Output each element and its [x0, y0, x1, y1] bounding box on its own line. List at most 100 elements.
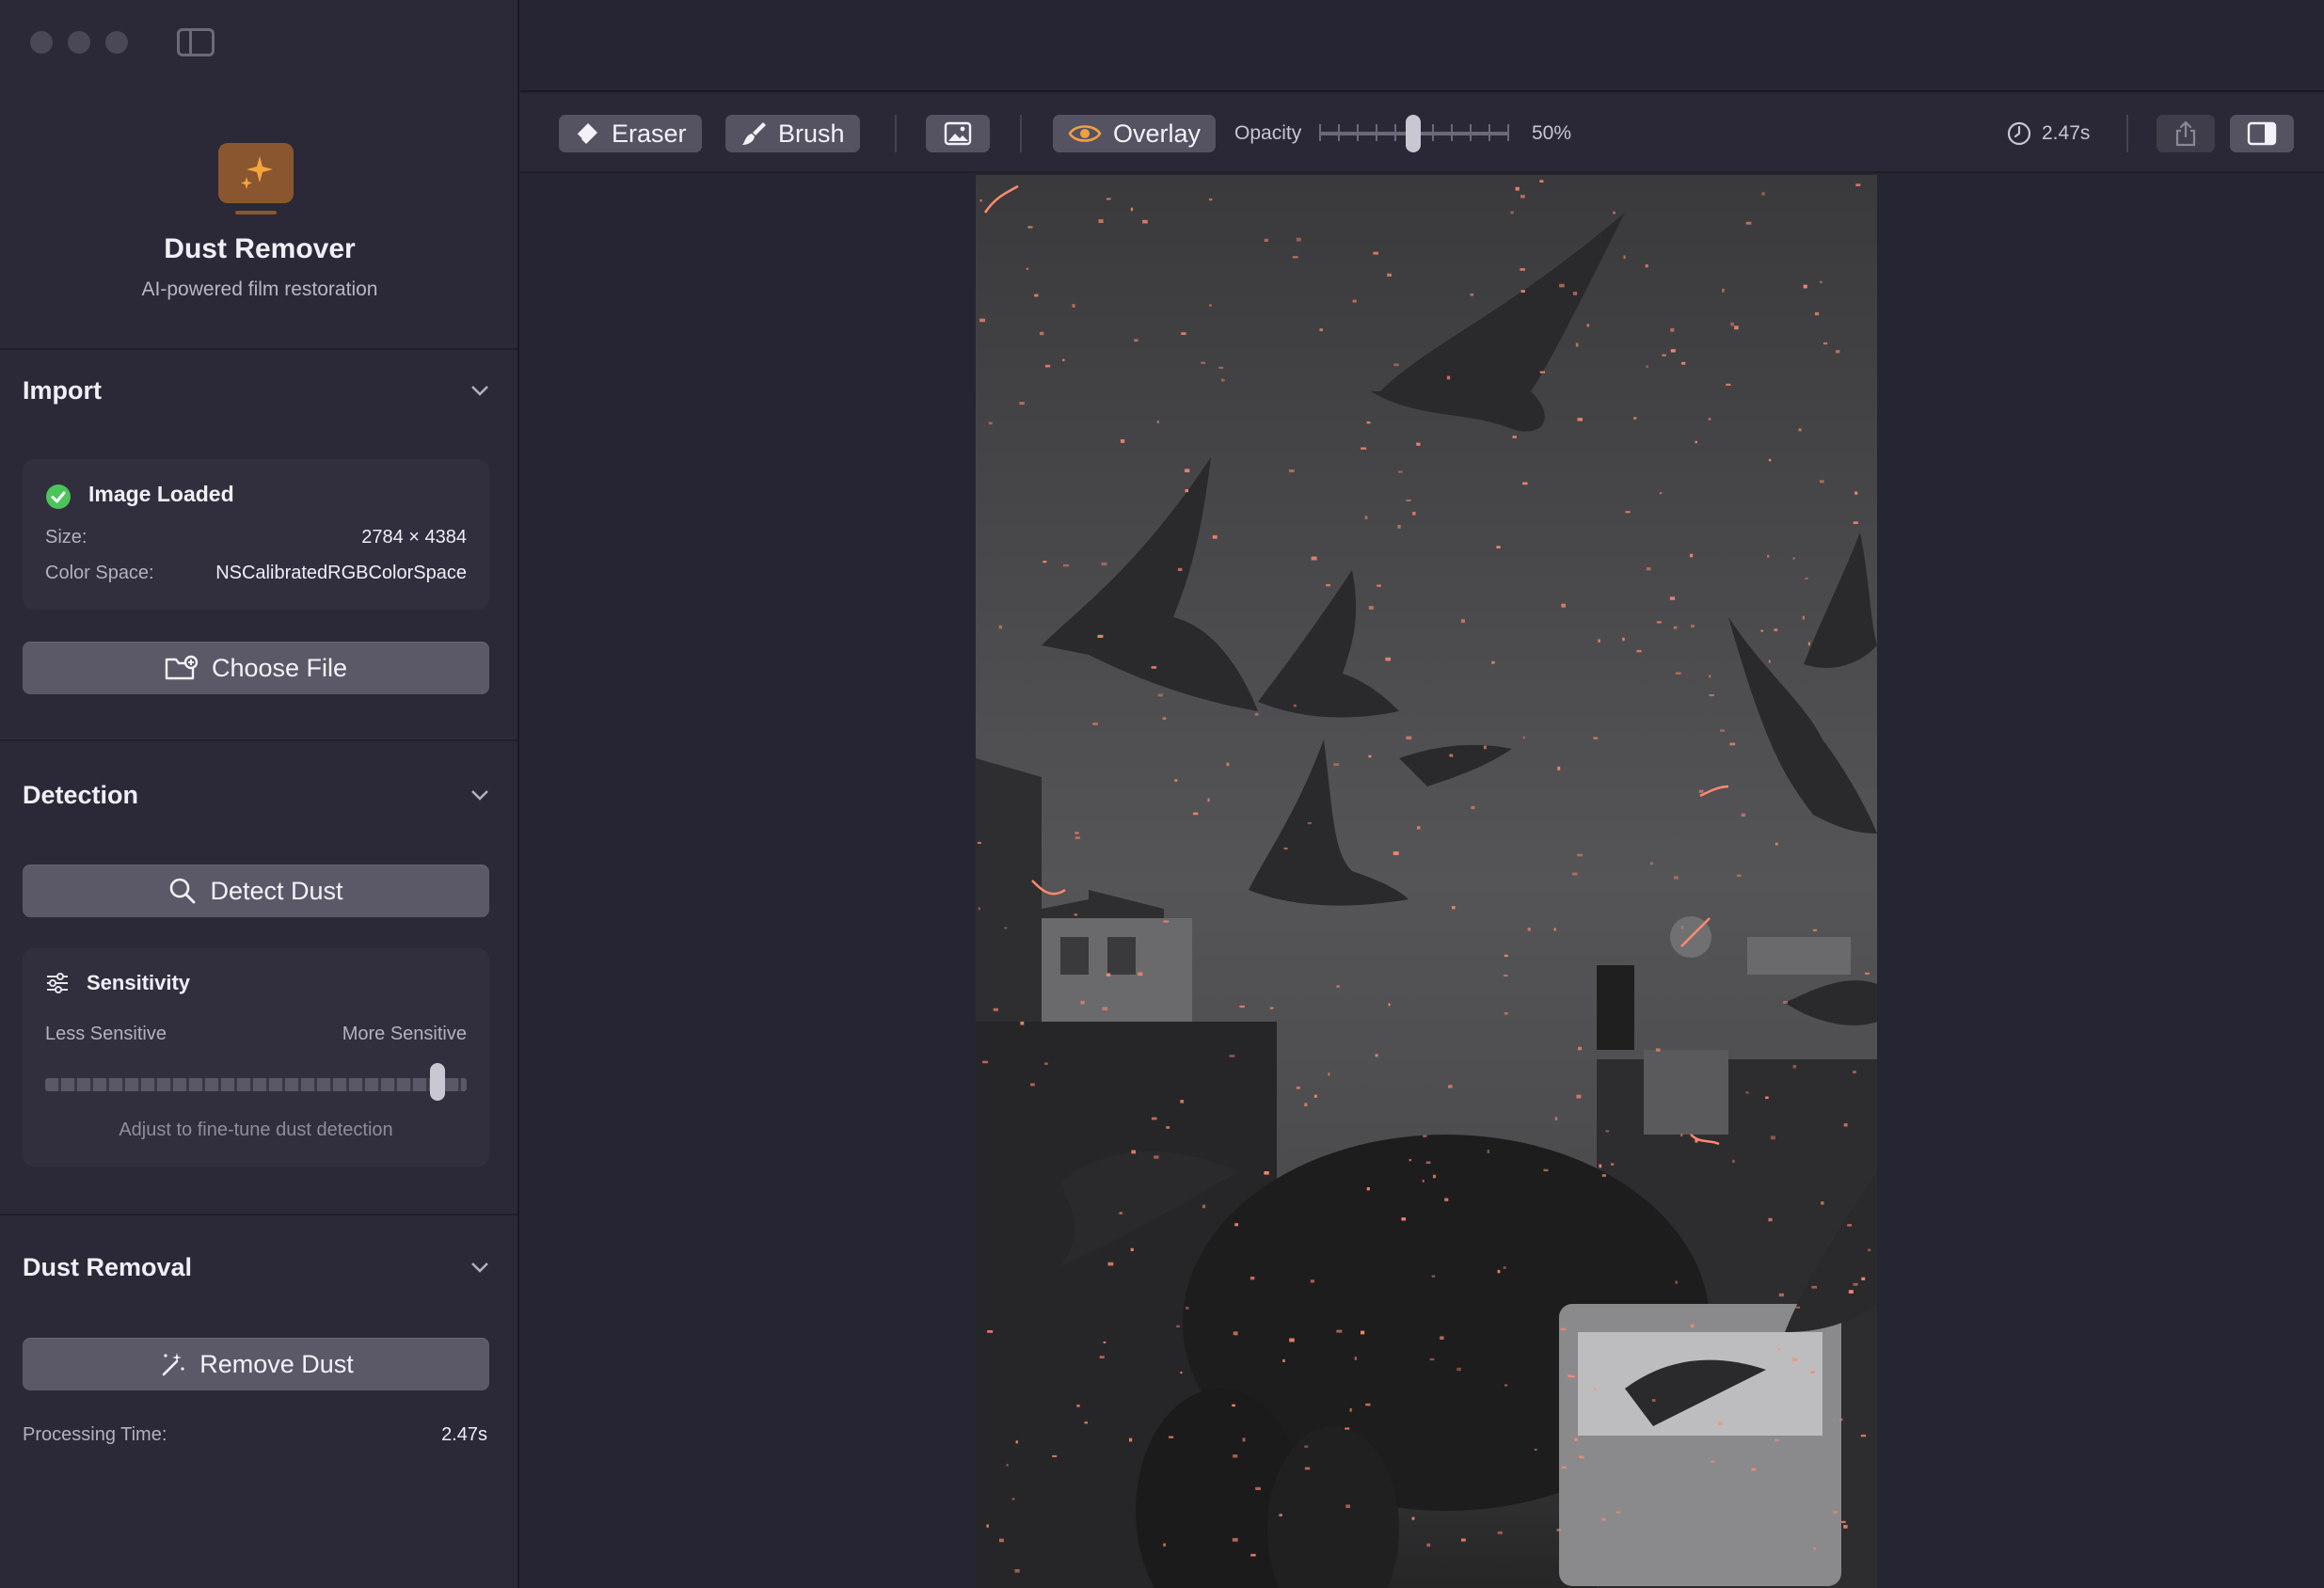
dust-speck: [1250, 1277, 1255, 1280]
dust-speck: [1522, 736, 1525, 739]
dust-speck: [1180, 1100, 1185, 1104]
sensitivity-slider-knob[interactable]: [429, 1063, 445, 1101]
dust-speck: [1807, 642, 1810, 646]
brush-button[interactable]: Brush: [725, 115, 860, 152]
dust-speck: [1354, 1357, 1358, 1360]
dust-speck: [1543, 1168, 1549, 1172]
dust-speck: [1689, 553, 1694, 558]
inspector-toggle-button[interactable]: [2230, 115, 2294, 152]
dust-speck: [1352, 299, 1357, 303]
dust-speck: [1470, 294, 1473, 296]
dust-speck: [1461, 619, 1465, 623]
dust-speck: [1820, 280, 1823, 284]
sensitivity-slider[interactable]: [45, 1076, 467, 1091]
dust-speck: [1185, 489, 1188, 493]
dust-speck: [1166, 1126, 1170, 1129]
opacity-tick: [1357, 124, 1359, 141]
dust-speck: [1151, 666, 1157, 669]
close-window-button[interactable]: [30, 31, 53, 54]
dust-speck: [1802, 615, 1805, 620]
dust-speck: [1497, 1531, 1503, 1534]
dust-speck: [1811, 1285, 1817, 1289]
dust-speck: [1417, 826, 1421, 830]
opacity-slider-knob[interactable]: [1406, 115, 1421, 152]
dust-speck: [1557, 766, 1561, 770]
dust-speck: [1397, 525, 1401, 529]
dust-speck: [1616, 1511, 1621, 1514]
dust-speck: [987, 1330, 994, 1333]
dust-speck: [1401, 1217, 1407, 1221]
overlay-toggle-button[interactable]: Overlay: [1053, 115, 1217, 152]
chevron-down-icon[interactable]: [470, 788, 489, 802]
dust-speck: [1080, 1000, 1085, 1005]
dust-speck: [1623, 255, 1626, 260]
share-button[interactable]: [2157, 115, 2215, 152]
dust-speck: [1520, 290, 1525, 293]
dust-speck: [1375, 1054, 1378, 1057]
dust-speck: [1512, 436, 1517, 438]
choose-file-button[interactable]: Choose File: [23, 642, 489, 694]
dust-speck: [1520, 268, 1525, 271]
dust-speck: [1792, 1065, 1797, 1069]
dust-speck: [1014, 1569, 1020, 1573]
dust-speck: [1103, 1342, 1106, 1343]
remove-dust-button[interactable]: Remove Dust: [23, 1338, 489, 1390]
dust-speck: [1030, 1083, 1035, 1087]
dust-speck: [1063, 564, 1069, 567]
dust-speck: [1034, 294, 1039, 297]
dust-speck: [1556, 1529, 1561, 1532]
import-section-title[interactable]: Import: [23, 376, 102, 405]
dust-speck: [1288, 469, 1295, 473]
dust-speck: [1574, 1437, 1578, 1441]
dust-speck: [1328, 1072, 1330, 1076]
opacity-tick: [1451, 124, 1453, 141]
dust-speck: [1487, 1150, 1489, 1153]
dust-speck: [1673, 626, 1678, 629]
dust-speck: [1680, 1134, 1683, 1136]
dust-speck: [1736, 874, 1742, 877]
dust-speck: [1553, 928, 1556, 931]
dust-speck: [1027, 226, 1033, 229]
dust-speck: [1534, 1448, 1537, 1451]
dust-speck: [1669, 596, 1676, 600]
dust-speck: [1232, 1537, 1238, 1542]
dust-speck: [1026, 267, 1029, 270]
dust-speck: [1004, 927, 1008, 929]
dust-speck: [1156, 421, 1159, 423]
dust-speck: [1636, 649, 1642, 653]
dust-speck: [1456, 1367, 1461, 1372]
clock-icon: [2007, 121, 2031, 146]
brush-label: Brush: [778, 119, 845, 148]
dust-speck: [1722, 288, 1725, 293]
detect-dust-label: Detect Dust: [210, 876, 343, 905]
photo-icon: [944, 121, 972, 146]
dust-speck: [1732, 1159, 1735, 1163]
minimize-window-button[interactable]: [68, 31, 90, 54]
dust-speck: [1185, 468, 1190, 473]
dust-speck: [1220, 378, 1225, 382]
dust-speck: [1861, 1277, 1866, 1280]
image-view-button[interactable]: [926, 115, 990, 152]
zoom-window-button[interactable]: [105, 31, 128, 54]
dust-removal-section-title[interactable]: Dust Removal: [23, 1253, 192, 1282]
dust-speck: [1503, 1266, 1506, 1269]
dust-speck: [1527, 928, 1531, 931]
dust-speck: [1293, 704, 1297, 707]
eraser-button[interactable]: Eraser: [559, 115, 702, 152]
dust-speck: [1823, 341, 1828, 345]
chevron-down-icon[interactable]: [470, 384, 489, 397]
dust-speck: [1775, 1438, 1779, 1442]
dust-speck: [1625, 511, 1631, 514]
detect-dust-button[interactable]: Detect Dust: [23, 865, 489, 917]
detection-section-title[interactable]: Detection: [23, 781, 138, 810]
dust-speck: [1765, 1096, 1769, 1100]
dust-speck: [1601, 1174, 1606, 1177]
dust-speck: [1576, 1094, 1582, 1099]
chevron-down-icon[interactable]: [470, 1261, 489, 1274]
dust-speck: [1207, 798, 1210, 802]
dust-speck: [1792, 557, 1795, 560]
photo-preview[interactable]: [976, 175, 1877, 1588]
dust-speck: [1833, 1511, 1839, 1515]
sidebar-icon[interactable]: [177, 28, 215, 56]
dust-speck: [1011, 1498, 1015, 1501]
